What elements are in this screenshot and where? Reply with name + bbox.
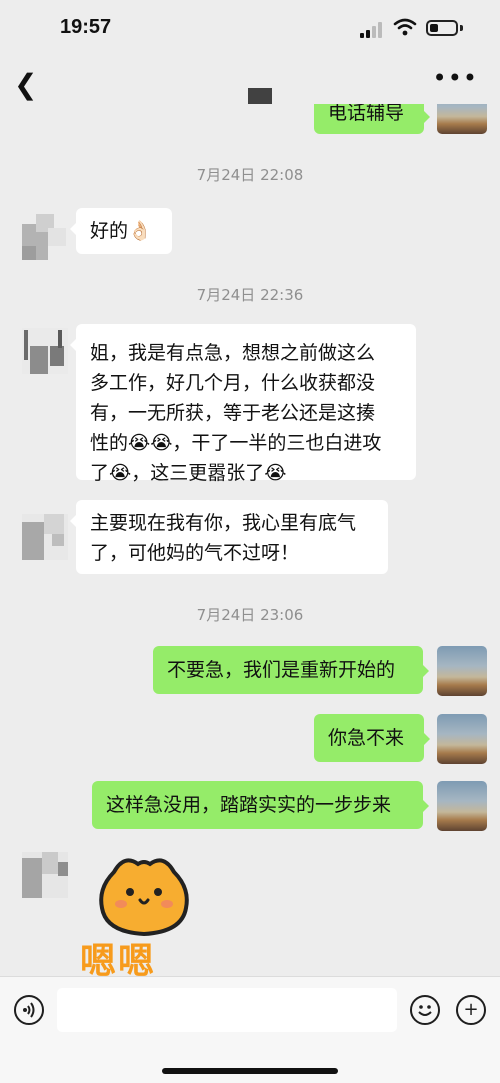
timestamp: 7月24日 22:08 <box>196 166 304 184</box>
message-text: 好的👌🏻 <box>90 220 152 242</box>
contact-avatar[interactable] <box>22 328 68 374</box>
message-bubble-outgoing[interactable]: 不要急，我们是重新开始的 <box>153 646 429 694</box>
timestamp: 7月24日 23:06 <box>196 606 304 624</box>
signal-icon <box>360 22 382 38</box>
message-text: 这样急没用，踏踏实实的一步步来 <box>106 794 392 816</box>
voice-icon[interactable] <box>14 995 44 1025</box>
emoji-icon[interactable] <box>410 995 440 1025</box>
wifi-icon <box>393 18 417 36</box>
ellipsis-icon[interactable]: ••• <box>433 64 478 92</box>
message-line: 了😭，这三更嚣张了😭 <box>90 462 287 484</box>
input-bar: + <box>0 976 500 1083</box>
status-time: 19:57 <box>60 16 112 38</box>
chat-list[interactable]: 电话辅导 7月24日 22:08 好的👌🏻 7月24日 22:36 姐，我是有点… <box>0 104 500 976</box>
message-bubble-outgoing[interactable]: 你急不来 <box>314 714 430 762</box>
my-avatar[interactable] <box>437 714 487 764</box>
message-bubble-outgoing[interactable]: 电话辅导 <box>314 104 430 134</box>
blurred-contact-name <box>248 88 272 104</box>
my-avatar[interactable] <box>437 104 487 134</box>
message-line: 性的😭😭，干了一半的三也白进攻 <box>90 432 382 454</box>
message-bubble-incoming[interactable]: 好的👌🏻 <box>70 208 172 254</box>
message-bubble-incoming[interactable]: 主要现在我有你，我心里有底气 了，可他妈的气不过呀！ <box>70 500 388 574</box>
chat-header: ❮ ••• <box>0 60 500 104</box>
battery-icon <box>426 20 458 36</box>
my-avatar[interactable] <box>437 781 487 831</box>
message-line: 主要现在我有你，我心里有底气 <box>90 512 357 534</box>
chevron-left-icon[interactable]: ❮ <box>14 68 37 101</box>
message-bubble-outgoing[interactable]: 这样急没用，踏踏实实的一步步来 <box>92 781 429 829</box>
message-input[interactable] <box>57 988 397 1032</box>
status-bar: 19:57 <box>0 0 500 60</box>
message-text: 不要急，我们是重新开始的 <box>167 659 396 681</box>
home-indicator <box>162 1068 338 1074</box>
plus-icon[interactable]: + <box>456 995 486 1025</box>
sticker-face-icon <box>99 858 189 937</box>
contact-avatar[interactable] <box>22 852 68 898</box>
message-text: 电话辅导 <box>328 104 405 124</box>
message-line: 姐，我是有点急，想想之前做这么 <box>90 342 376 364</box>
message-line: 多工作，好几个月，什么收获都没 <box>90 372 376 394</box>
my-avatar[interactable] <box>437 646 487 696</box>
sticker-caption: 嗯嗯 <box>80 941 157 977</box>
contact-avatar[interactable] <box>22 514 68 560</box>
message-text: 你急不来 <box>328 727 405 749</box>
message-line: 了，可他妈的气不过呀！ <box>90 542 300 564</box>
timestamp: 7月24日 22:36 <box>196 286 304 304</box>
message-bubble-incoming[interactable]: 姐，我是有点急，想想之前做这么 多工作，好几个月，什么收获都没 有，一无所获，等… <box>70 324 416 484</box>
sticker-image[interactable]: 嗯嗯 <box>80 850 194 976</box>
contact-avatar[interactable] <box>22 214 68 260</box>
message-line: 有，一无所获，等于老公还是这揍 <box>90 402 376 424</box>
